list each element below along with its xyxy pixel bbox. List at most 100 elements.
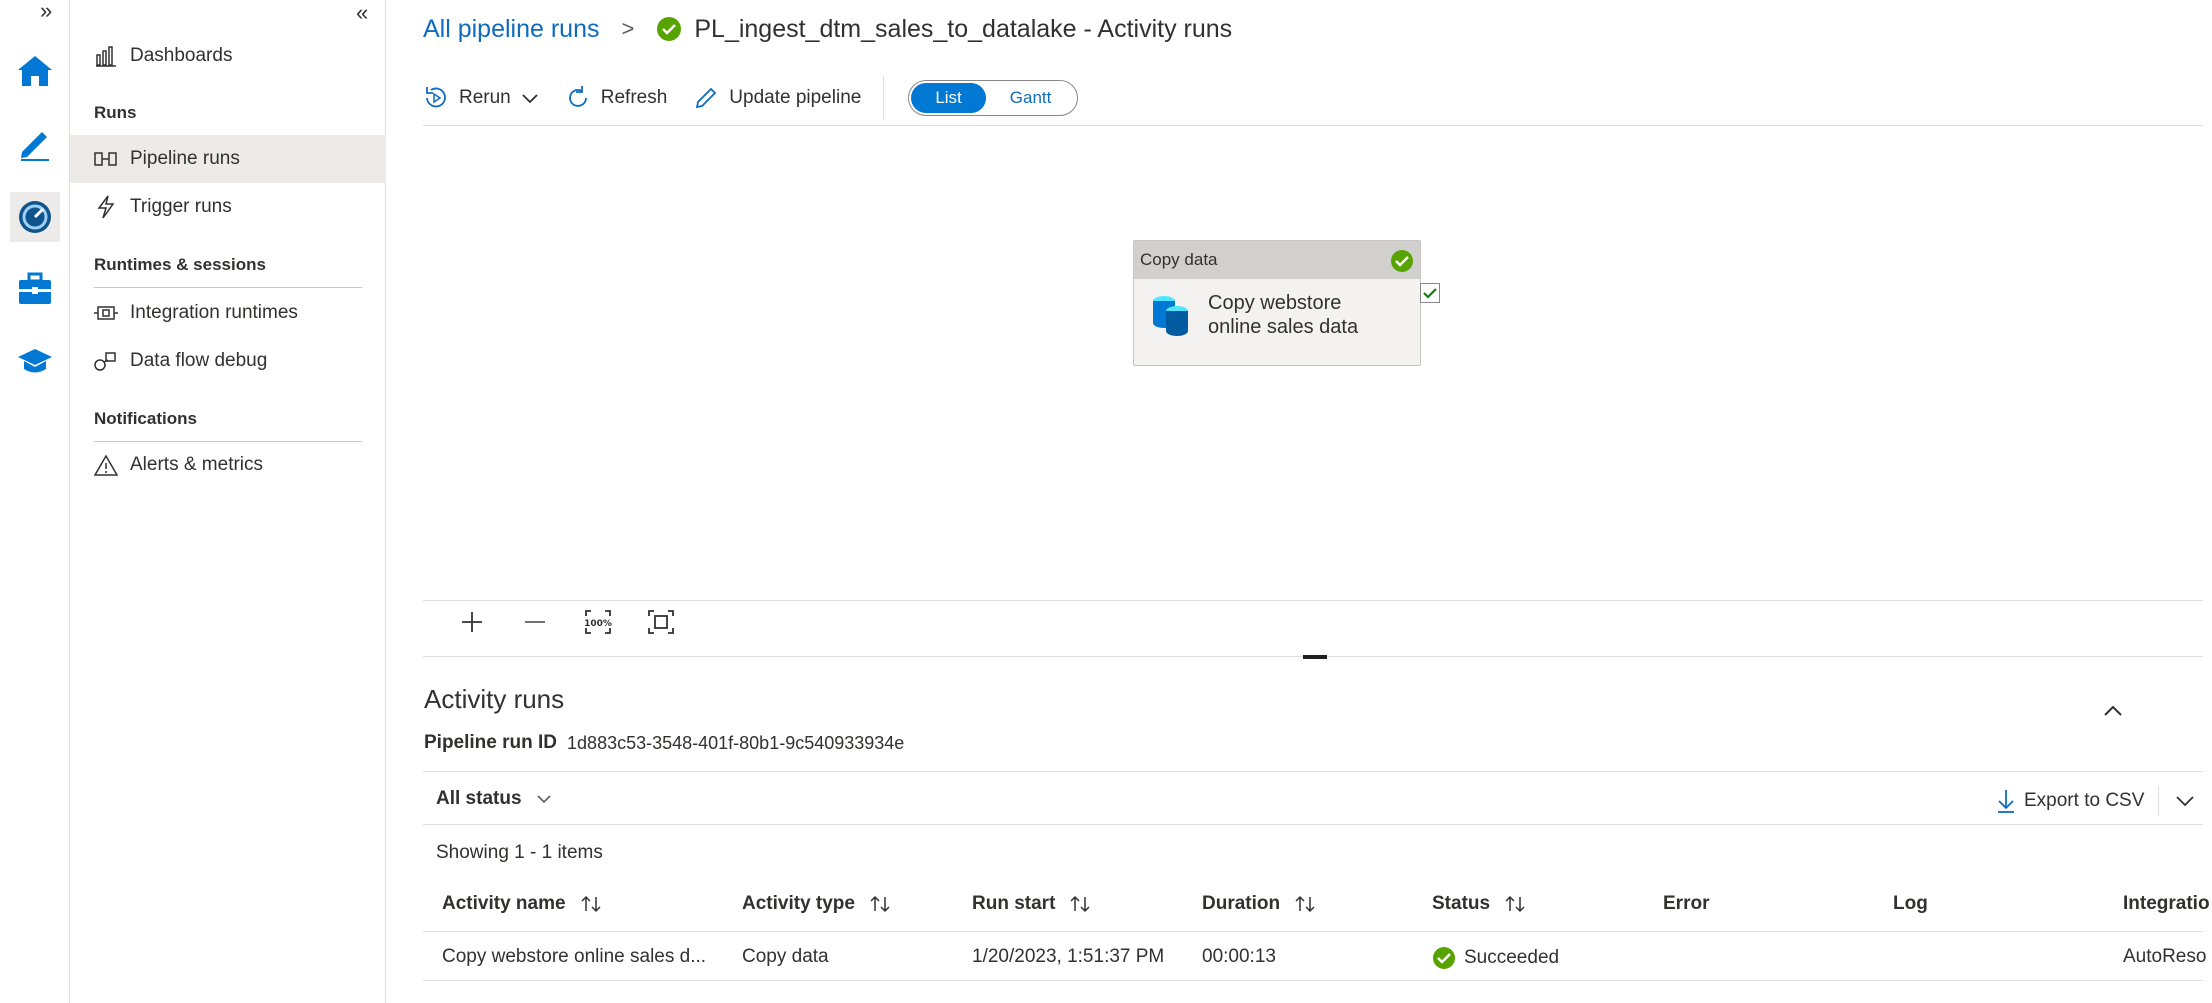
gantt-view-option[interactable]: Gantt	[986, 83, 1076, 113]
chevron-down-icon[interactable]	[2175, 795, 2195, 807]
nav-item-trigger-runs[interactable]: Trigger runs	[70, 183, 386, 231]
collapse-nav-icon[interactable]: «	[356, 0, 368, 26]
divider	[423, 771, 2203, 772]
refresh-button[interactable]: Refresh	[565, 85, 668, 111]
column-header-label: Run start	[972, 893, 1056, 914]
column-header-activity-type[interactable]: Activity type	[742, 893, 891, 915]
canvas-zoom-tools: 100%	[456, 606, 708, 638]
nav-item-dashboards[interactable]: Dashboards	[70, 32, 386, 80]
view-toggle: List Gantt	[908, 80, 1079, 116]
success-status-icon	[1390, 249, 1414, 278]
run-start-cell: 1/20/2023, 1:51:37 PM	[972, 946, 1165, 967]
activity-node-header: Copy data	[1134, 241, 1420, 279]
chevron-down-icon	[536, 794, 552, 804]
pipeline-runs-icon	[94, 147, 118, 171]
nav-item-integration-runtimes[interactable]: Integration runtimes	[70, 289, 386, 337]
refresh-icon	[565, 85, 591, 111]
column-header-label: Log	[1893, 893, 1928, 914]
rerun-icon	[423, 85, 449, 111]
nav-item-alerts-metrics[interactable]: Alerts & metrics	[70, 441, 386, 489]
nav-divider	[94, 287, 362, 288]
table-row-divider	[423, 980, 2203, 981]
status-filter-label: All status	[436, 788, 522, 809]
export-to-csv-button[interactable]: Export to CSV	[1996, 786, 2195, 816]
column-header-label: Duration	[1202, 893, 1281, 914]
author-pencil-icon[interactable]	[10, 118, 60, 168]
status-filter-dropdown[interactable]: All status	[436, 788, 552, 810]
nav-section-header-runs: Runs	[94, 103, 137, 122]
sort-icon[interactable]	[1294, 895, 1316, 913]
sort-icon[interactable]	[869, 895, 891, 913]
download-icon	[1996, 788, 2016, 814]
nav-item-label: Trigger runs	[130, 196, 232, 217]
all-pipeline-runs-link[interactable]: All pipeline runs	[423, 15, 600, 44]
data-flow-debug-icon	[94, 349, 118, 373]
refresh-label: Refresh	[600, 87, 668, 108]
nav-item-data-flow-debug[interactable]: Data flow debug	[70, 337, 386, 385]
activity-type-cell: Copy data	[742, 946, 829, 967]
column-header-activity-name[interactable]: Activity name	[442, 893, 602, 915]
nav-item-label: Dashboards	[130, 45, 233, 66]
column-header-label: Error	[1663, 893, 1710, 914]
nav-item-pipeline-runs[interactable]: Pipeline runs	[70, 135, 386, 183]
column-header-error: Error	[1663, 893, 1709, 915]
list-view-option[interactable]: List	[911, 83, 986, 113]
fit-to-screen-icon[interactable]	[645, 606, 677, 638]
activity-name-link[interactable]: Copy webstore online sales d...	[442, 946, 706, 968]
update-pipeline-label: Update pipeline	[729, 87, 862, 108]
column-header-label: Activity type	[742, 893, 855, 914]
expand-nav-icon[interactable]: »	[40, 0, 64, 24]
activity-node-name-line: online sales data	[1208, 316, 1359, 338]
learning-center-icon[interactable]	[10, 336, 60, 386]
column-header-label: Status	[1432, 893, 1491, 914]
activity-runs-title: Activity runs	[424, 684, 565, 714]
toolbar-divider	[883, 76, 885, 120]
icon-rail: »	[0, 0, 70, 1003]
chevron-up-icon[interactable]	[2102, 704, 2124, 723]
export-label: Export to CSV	[2024, 790, 2145, 811]
pipeline-run-id-label: Pipeline run ID	[424, 732, 558, 753]
divider	[2158, 786, 2160, 816]
toolbar: Rerun Refresh Update pipeline List Gantt	[423, 76, 1079, 120]
copy-data-activity-node[interactable]: Copy data Copy webstore online sales dat…	[1133, 240, 1421, 366]
column-header-label: Integratio	[2123, 893, 2210, 914]
column-header-integration-runtime: Integratio	[2123, 893, 2210, 915]
nav-item-label: Integration runtimes	[130, 302, 298, 323]
page-title: PL_ingest_dtm_sales_to_datalake - Activi…	[694, 14, 1233, 43]
main-content: All pipeline runs > PL_ingest_dtm_sales_…	[386, 0, 2212, 1003]
rerun-button[interactable]: Rerun	[423, 85, 539, 111]
status-text: Succeeded	[1464, 947, 1560, 968]
activity-node-name-line: Copy webstore	[1208, 292, 1342, 314]
dashboards-icon	[94, 44, 118, 68]
column-header-run-start[interactable]: Run start	[972, 893, 1091, 915]
zoom-100-icon[interactable]: 100%	[582, 606, 614, 638]
activity-node-name: Copy webstore online sales data	[1208, 291, 1358, 339]
success-status-icon	[656, 16, 682, 42]
toolbar-divider	[423, 125, 2203, 126]
zoom-out-icon[interactable]	[519, 606, 551, 638]
manage-toolbox-icon[interactable]	[10, 264, 60, 314]
column-header-label: Activity name	[442, 893, 566, 914]
panel-resize-handle[interactable]	[1303, 655, 1327, 659]
column-header-status[interactable]: Status	[1432, 893, 1526, 915]
svg-text:100%: 100%	[584, 619, 612, 629]
activity-type-label: Copy data	[1140, 250, 1218, 269]
breadcrumb-separator: >	[621, 16, 635, 41]
pipeline-run-id-value: 1d883c53-3548-401f-80b1-9c540933934e	[567, 732, 905, 753]
home-icon[interactable]	[10, 46, 60, 96]
chevron-down-icon	[521, 92, 539, 104]
sort-icon[interactable]	[1069, 895, 1091, 913]
node-select-checkbox[interactable]	[1420, 283, 1440, 303]
sort-icon[interactable]	[1504, 895, 1526, 913]
column-header-duration[interactable]: Duration	[1202, 893, 1316, 915]
column-header-log: Log	[1893, 893, 1928, 915]
monitor-gauge-icon[interactable]	[10, 192, 60, 242]
nav-section-header-notifications: Notifications	[94, 409, 197, 428]
update-pipeline-button[interactable]: Update pipeline	[693, 85, 861, 111]
rerun-label: Rerun	[459, 87, 511, 108]
pipeline-run-id: Pipeline run ID 1d883c53-3548-401f-80b1-…	[424, 732, 904, 754]
zoom-in-icon[interactable]	[456, 606, 488, 638]
canvas-divider	[423, 600, 2203, 601]
sort-icon[interactable]	[580, 895, 602, 913]
integration-runtimes-icon	[94, 301, 118, 325]
